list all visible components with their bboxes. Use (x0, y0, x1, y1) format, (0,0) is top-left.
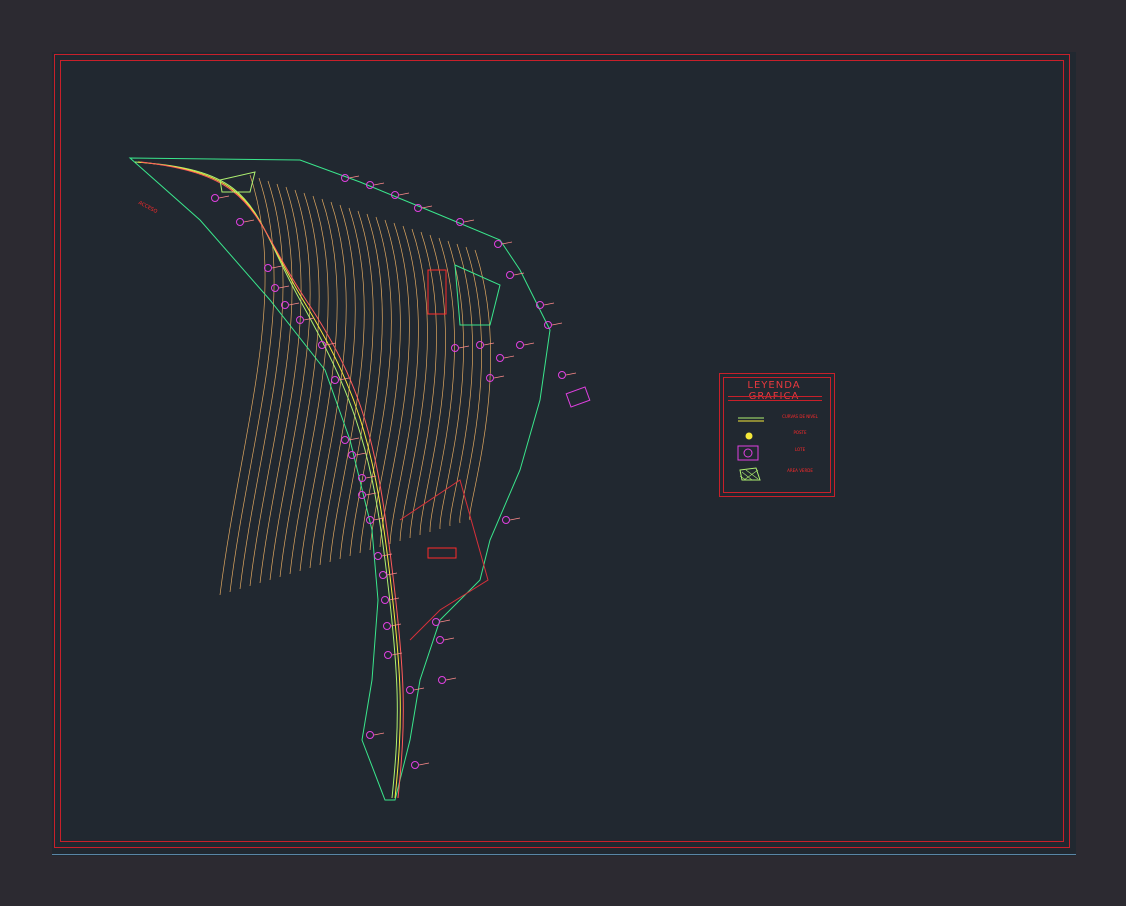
site-boundary (128, 157, 551, 801)
lot-tick (501, 241, 513, 245)
legend-label: CURVAS DE NIVEL (782, 414, 818, 419)
lot-marker (341, 436, 349, 444)
legend-item-contours: CURVAS DE NIVEL (732, 412, 822, 428)
legend-label: AREA VERDE (787, 468, 813, 473)
lot-tick (509, 517, 521, 521)
legend-item-green: AREA VERDE (732, 466, 822, 482)
green-hatched-area (219, 171, 256, 193)
contour-line (289, 195, 329, 575)
lot-marker (366, 731, 374, 739)
lot-marker (211, 194, 219, 202)
lot-marker (348, 451, 356, 459)
lot-marker (379, 571, 387, 579)
road-edge-line (134, 161, 398, 799)
lot-tick (463, 219, 475, 223)
lot-marker (502, 516, 510, 524)
lot-marker (451, 344, 459, 352)
lot-tick (421, 205, 433, 209)
lot-tick (458, 345, 470, 349)
contour-line (279, 192, 320, 578)
road-centerline (134, 161, 404, 799)
contour-line (429, 237, 455, 533)
lot-marker (271, 284, 279, 292)
lot-tick (388, 597, 400, 601)
lot-tick (445, 677, 457, 681)
site-plan-drawing[interactable] (0, 0, 1126, 906)
lot-marker (331, 376, 339, 384)
lot-tick (439, 619, 451, 623)
legend-item-post: POSTE (732, 428, 822, 444)
legend-title-rule (728, 396, 822, 397)
contour-line (219, 174, 266, 596)
special-areas (219, 171, 591, 641)
lot-tick (493, 375, 505, 379)
lot-tick (523, 342, 535, 346)
lot-marker (506, 271, 514, 279)
lot-tick (278, 285, 290, 289)
contour-line (249, 183, 293, 587)
contour-line (369, 219, 401, 551)
contour-line (339, 210, 374, 560)
legend-title-rule-2 (728, 400, 822, 401)
yellow-dot-icon (745, 432, 753, 440)
lot-marker (341, 174, 349, 182)
lot-tick (551, 322, 563, 326)
lot-tick (373, 182, 385, 186)
lot-marker (264, 264, 272, 272)
hatched-area-icon (739, 467, 761, 481)
lot-marker (438, 676, 446, 684)
road-edge-line (140, 161, 404, 799)
lot-tick (386, 572, 398, 576)
lot-tick (543, 302, 555, 306)
lot-tick (348, 175, 360, 179)
red-block-north (427, 269, 447, 315)
lot-tick (243, 219, 255, 223)
lot-tick (398, 192, 410, 196)
double-line-icon (738, 417, 764, 422)
lot-markers (211, 174, 577, 769)
outlying-lot (565, 386, 591, 408)
lot-marker (436, 636, 444, 644)
legend-label: POSTE (793, 430, 807, 435)
lot-marker (406, 686, 414, 694)
contour-line (389, 225, 419, 545)
lot-tick (218, 195, 230, 199)
contour-line (459, 246, 482, 524)
contour-line (399, 228, 428, 542)
lot-marker (432, 618, 440, 626)
lot-tick (288, 302, 300, 306)
contour-line (379, 222, 410, 548)
lot-tick (418, 762, 430, 766)
legend-label: LOTE (794, 447, 806, 452)
lot-marker (411, 761, 419, 769)
lot-tick (443, 637, 455, 641)
lot-marker (558, 371, 566, 379)
lot-marker (383, 622, 391, 630)
contour-line (259, 186, 302, 584)
legend-item-lot: LOTE (732, 445, 822, 461)
lot-tick (483, 342, 495, 346)
lot-marker (496, 354, 504, 362)
contour-line (299, 198, 338, 572)
lot-marker (374, 552, 382, 560)
legend-title: LEYENDA GRAFICA (747, 380, 801, 402)
red-block-south (427, 547, 457, 559)
lot-marker (476, 341, 484, 349)
lot-marker (236, 218, 244, 226)
lot-marker (384, 651, 392, 659)
lot-tick (565, 372, 577, 376)
contour-lines (219, 174, 491, 596)
lot-tick (373, 732, 385, 736)
lot-marker (381, 596, 389, 604)
lot-marker (494, 240, 502, 248)
lot-tick (503, 355, 515, 359)
lot-marker-icon (737, 445, 759, 461)
graphic-legend: LEYENDA GRAFICA CURVAS DE NIVEL POSTE LO… (719, 373, 835, 497)
contour-line (239, 180, 284, 590)
lot-tick (303, 317, 315, 321)
road-edge-line (137, 161, 401, 799)
lot-marker (516, 341, 524, 349)
contour-line (309, 201, 347, 569)
